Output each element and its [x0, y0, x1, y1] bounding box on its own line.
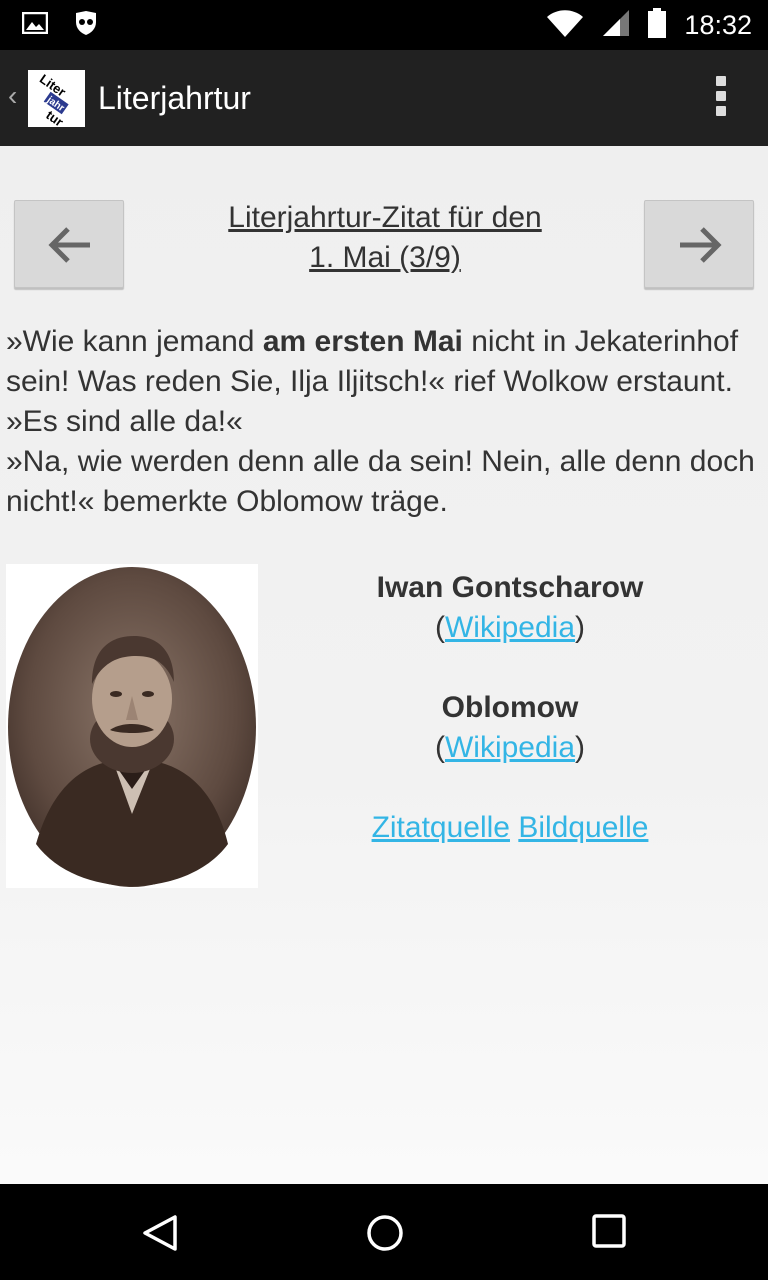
heading-line-1: Literjahrtur-Zitat für den — [228, 201, 542, 234]
quote-date-heading[interactable]: Literjahrtur-Zitat für den 1. Mai (3/9) — [140, 198, 630, 278]
work-paren-open: ( — [434, 731, 445, 764]
quote-bold: am ersten Mai — [262, 325, 463, 358]
work-paren-close: ) — [575, 731, 586, 764]
status-bar: 18:32 — [0, 0, 768, 50]
overflow-menu-icon[interactable] — [714, 76, 728, 120]
quote-text: »Wie kann jemand am ersten Mai nicht in … — [6, 322, 766, 522]
author-paren-close: ) — [575, 611, 586, 644]
work-wiki-row: (Wikipedia) — [260, 728, 760, 768]
author-paren-open: ( — [434, 611, 445, 644]
previous-quote-button[interactable] — [14, 200, 124, 288]
app-title: Literjahrtur — [98, 80, 251, 116]
source-links: Zitatquelle Bildquelle — [260, 808, 760, 848]
author-name: Iwan Gontscharow — [376, 571, 644, 604]
action-bar: ‹ Liter jahr tur Literjahrtur — [0, 50, 768, 146]
quote-source-link[interactable]: Zitatquelle — [372, 811, 510, 844]
back-icon[interactable] — [142, 1214, 178, 1257]
main-content: Literjahrtur-Zitat für den 1. Mai (3/9) … — [0, 146, 768, 1184]
author-portrait — [6, 564, 258, 888]
battery-icon — [648, 8, 667, 43]
quote-part-1: »Wie kann jemand — [6, 325, 263, 358]
wifi-icon — [546, 9, 584, 42]
author-wiki-row: (Wikipedia) — [260, 608, 760, 648]
author-wikipedia-link[interactable]: Wikipedia — [445, 611, 575, 644]
up-caret-icon[interactable]: ‹ — [8, 80, 17, 112]
arrow-left-icon — [48, 227, 90, 263]
clock: 18:32 — [684, 10, 752, 40]
home-icon[interactable] — [366, 1214, 404, 1257]
system-navigation-bar — [0, 1184, 768, 1280]
app-logo[interactable]: Liter jahr tur — [28, 70, 85, 127]
recent-apps-icon[interactable] — [592, 1214, 626, 1253]
image-source-link[interactable]: Bildquelle — [518, 811, 648, 844]
source-info: Iwan Gontscharow (Wikipedia) Oblomow (Wi… — [260, 568, 760, 848]
work-title: Oblomow — [441, 691, 579, 724]
work-wikipedia-link[interactable]: Wikipedia — [445, 731, 575, 764]
incognito-icon — [74, 10, 98, 41]
next-quote-button[interactable] — [644, 200, 754, 288]
signal-icon — [602, 9, 630, 42]
image-notification-icon — [21, 11, 49, 39]
quote-part-3: »Na, wie werden denn alle da sein! Nein,… — [6, 445, 755, 518]
heading-line-2: 1. Mai (3/9) — [309, 241, 461, 274]
arrow-right-icon — [680, 227, 722, 263]
